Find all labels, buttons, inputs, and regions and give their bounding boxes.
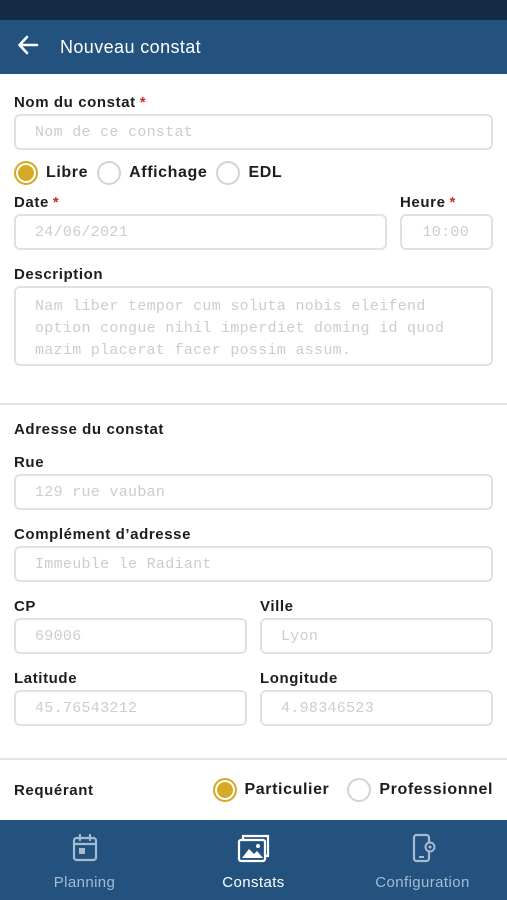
- nav-label: Constats: [222, 874, 285, 891]
- nav-label: Configuration: [375, 874, 470, 891]
- cp-input[interactable]: [14, 618, 247, 654]
- nom-label: Nom du constat *: [14, 94, 147, 111]
- rue-input[interactable]: [14, 474, 493, 510]
- heure-label: Heure *: [400, 194, 456, 211]
- back-button[interactable]: [0, 20, 56, 74]
- radio-label: EDL: [248, 164, 283, 181]
- complement-label: Complément d’adresse: [14, 526, 192, 543]
- nav-planning[interactable]: Planning: [0, 820, 169, 900]
- ville-label: Ville: [260, 598, 294, 615]
- requerant-label: Requérant: [14, 781, 94, 799]
- adresse-section-title: Adresse du constat: [14, 421, 165, 438]
- photo-folder-icon: [237, 833, 271, 868]
- date-label: Date *: [14, 194, 60, 211]
- radio-label: Libre: [46, 164, 89, 181]
- radio-professionnel[interactable]: Professionnel: [347, 778, 493, 802]
- app-bar: Nouveau constat: [0, 20, 507, 74]
- nom-input[interactable]: [14, 114, 493, 150]
- page-title: Nouveau constat: [60, 36, 202, 57]
- required-mark: *: [52, 194, 60, 211]
- phone-settings-icon: [409, 833, 437, 868]
- form-content[interactable]: Nom du constat* Libre Affichage EDL Date…: [0, 74, 507, 820]
- requerant-radio-group: Particulier Professionnel: [212, 778, 493, 802]
- radio-unchecked-icon: [97, 161, 122, 185]
- nav-constats[interactable]: Constats: [169, 820, 338, 900]
- rue-label: Rue: [14, 454, 45, 471]
- ville-input[interactable]: [260, 618, 493, 654]
- radio-unchecked-icon: [216, 161, 241, 185]
- cp-label: CP: [14, 598, 37, 615]
- radio-affichage[interactable]: Affichage: [97, 161, 207, 185]
- type-radio-group: Libre Affichage EDL: [14, 161, 493, 185]
- complement-input[interactable]: [14, 546, 493, 582]
- description-label: Description: [14, 266, 104, 283]
- arrow-left-icon: [16, 33, 40, 62]
- heure-input[interactable]: [400, 214, 493, 250]
- required-mark: *: [449, 194, 456, 211]
- adresse-section: Adresse du constat Rue Complément d’adre…: [0, 405, 507, 758]
- nav-configuration[interactable]: Configuration: [338, 820, 507, 900]
- radio-checked-icon: [14, 161, 38, 185]
- nav-label: Planning: [53, 874, 116, 891]
- date-input[interactable]: [14, 214, 387, 250]
- constat-info-section: Nom du constat* Libre Affichage EDL Date…: [0, 74, 507, 403]
- radio-edl[interactable]: EDL: [216, 161, 282, 185]
- requerant-section: Requérant Particulier Professionnel: [0, 760, 507, 802]
- radio-label: Particulier: [244, 781, 330, 798]
- description-input[interactable]: [14, 286, 493, 366]
- radio-libre[interactable]: Libre: [14, 161, 88, 185]
- radio-checked-icon: [212, 778, 237, 802]
- radio-unchecked-icon: [347, 778, 372, 802]
- latitude-label: Latitude: [14, 670, 78, 687]
- radio-label: Affichage: [129, 164, 208, 181]
- bottom-nav: Planning Constats Configuration: [0, 820, 507, 900]
- radio-particulier[interactable]: Particulier: [212, 778, 330, 802]
- required-mark: *: [139, 94, 147, 111]
- longitude-label: Longitude: [260, 670, 338, 687]
- radio-label: Professionnel: [379, 781, 493, 798]
- status-bar: [0, 0, 507, 20]
- latitude-input[interactable]: [14, 690, 247, 726]
- calendar-icon: [71, 833, 99, 868]
- longitude-input[interactable]: [260, 690, 493, 726]
